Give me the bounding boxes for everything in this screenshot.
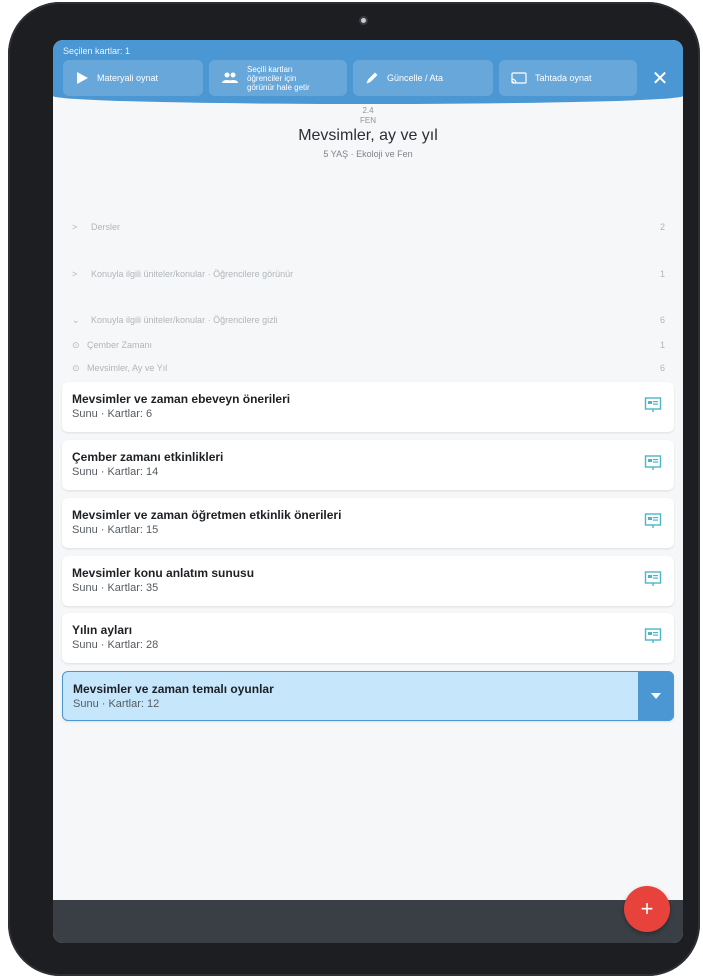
card-title: Mevsimler ve zaman ebeveyn önerileri <box>72 392 291 406</box>
card-teacher-activities[interactable]: Mevsimler ve zaman öğretmen etkinlik öne… <box>62 498 674 548</box>
bullet-icon: ⊙ <box>72 363 80 373</box>
card-themed-games[interactable]: Mevsimler ve zaman temalı oyunlar Sunu ·… <box>62 671 674 721</box>
play-on-board-button[interactable]: Tahtada oynat <box>499 60 637 96</box>
card-subtitle: Sunu · Kartlar: 28 <box>72 639 159 651</box>
cast-icon <box>511 72 527 84</box>
play-material-label: Materyali oynat <box>97 73 159 83</box>
card-months-of-year[interactable]: Yılın ayları Sunu · Kartlar: 28 <box>62 613 674 663</box>
presentation-icon[interactable] <box>644 454 662 472</box>
make-visible-button[interactable]: Seçili kartları öğrenciler için görünür … <box>209 60 347 96</box>
chevron-down-icon: ⌄ <box>72 315 80 325</box>
play-on-board-label: Tahtada oynat <box>535 73 592 83</box>
card-options-dropdown[interactable] <box>638 671 674 721</box>
page-meta: 5 YAŞ · Ekoloji ve Fen <box>323 149 413 159</box>
add-button[interactable]: + <box>624 886 670 932</box>
card-title: Çember zamanı etkinlikleri <box>72 450 224 464</box>
card-title: Mevsimler ve zaman temalı oyunlar <box>73 682 274 696</box>
card-subtitle: Sunu · Kartlar: 12 <box>73 698 160 710</box>
camera-icon <box>359 16 368 25</box>
card-subtitle: Sunu · Kartlar: 14 <box>72 466 159 478</box>
make-visible-label: Seçili kartları öğrenciler için görünür … <box>247 64 310 92</box>
selection-toolbar: Seçilen kartlar: 1 Materyali oynat Seçil… <box>53 40 683 104</box>
subitem-count: 6 <box>659 363 665 373</box>
bottom-bar <box>53 900 683 943</box>
page-header: 2.4 FEN Mevsimler, ay ve yıl 5 YAŞ · Eko… <box>53 106 683 159</box>
presentation-icon[interactable] <box>644 627 662 645</box>
chevron-right-icon: > <box>72 269 78 279</box>
update-assign-button[interactable]: Güncelle / Ata <box>353 60 493 96</box>
presentation-icon[interactable] <box>644 512 662 530</box>
card-lecture-presentation[interactable]: Mevsimler konu anlatım sunusu Sunu · Kar… <box>62 556 674 606</box>
card-circle-time-activities[interactable]: Çember zamanı etkinlikleri Sunu · Kartla… <box>62 440 674 490</box>
subitem-count: 1 <box>659 340 665 350</box>
card-subtitle: Sunu · Kartlar: 35 <box>72 582 159 594</box>
presentation-icon[interactable] <box>644 570 662 588</box>
subject-label: FEN <box>360 116 376 125</box>
presentation-icon[interactable] <box>644 396 662 414</box>
app-screen: Seçilen kartlar: 1 Materyali oynat Seçil… <box>53 40 683 943</box>
subitem-label: Mevsimler, Ay ve Yıl <box>87 363 168 373</box>
page-title: Mevsimler, ay ve yıl <box>298 127 438 144</box>
play-icon <box>75 71 89 85</box>
play-material-button[interactable]: Materyali oynat <box>63 60 203 96</box>
subitem-label: Çember Zamanı <box>87 340 153 350</box>
card-title: Yılın ayları <box>72 623 133 637</box>
update-assign-label: Güncelle / Ata <box>387 73 444 83</box>
card-title: Mevsimler konu anlatım sunusu <box>72 566 255 580</box>
card-parent-suggestions[interactable]: Mevsimler ve zaman ebeveyn önerileri Sun… <box>62 382 674 432</box>
close-icon[interactable]: ✕ <box>651 69 669 89</box>
section-count: 2 <box>659 222 665 232</box>
section-label: Konuyla ilgili üniteler/konular · Öğrenc… <box>91 269 294 279</box>
section-count: 1 <box>659 269 665 279</box>
unit-code: 2.4 <box>362 106 374 115</box>
pencil-icon <box>365 71 379 85</box>
bullet-icon: ⊙ <box>72 340 80 350</box>
card-subtitle: Sunu · Kartlar: 6 <box>72 408 153 420</box>
card-title: Mevsimler ve zaman öğretmen etkinlik öne… <box>72 508 342 522</box>
card-subtitle: Sunu · Kartlar: 15 <box>72 524 159 536</box>
section-label: Konuyla ilgili üniteler/konular · Öğrenc… <box>91 315 278 325</box>
chevron-down-icon <box>651 693 661 699</box>
users-icon <box>221 72 239 84</box>
tablet-frame: Seçilen kartlar: 1 Materyali oynat Seçil… <box>8 2 700 976</box>
section-label: Dersler <box>91 222 121 232</box>
selected-count-label: Seçilen kartlar: 1 <box>63 46 131 56</box>
section-count: 6 <box>659 315 665 325</box>
chevron-right-icon: > <box>72 222 78 232</box>
